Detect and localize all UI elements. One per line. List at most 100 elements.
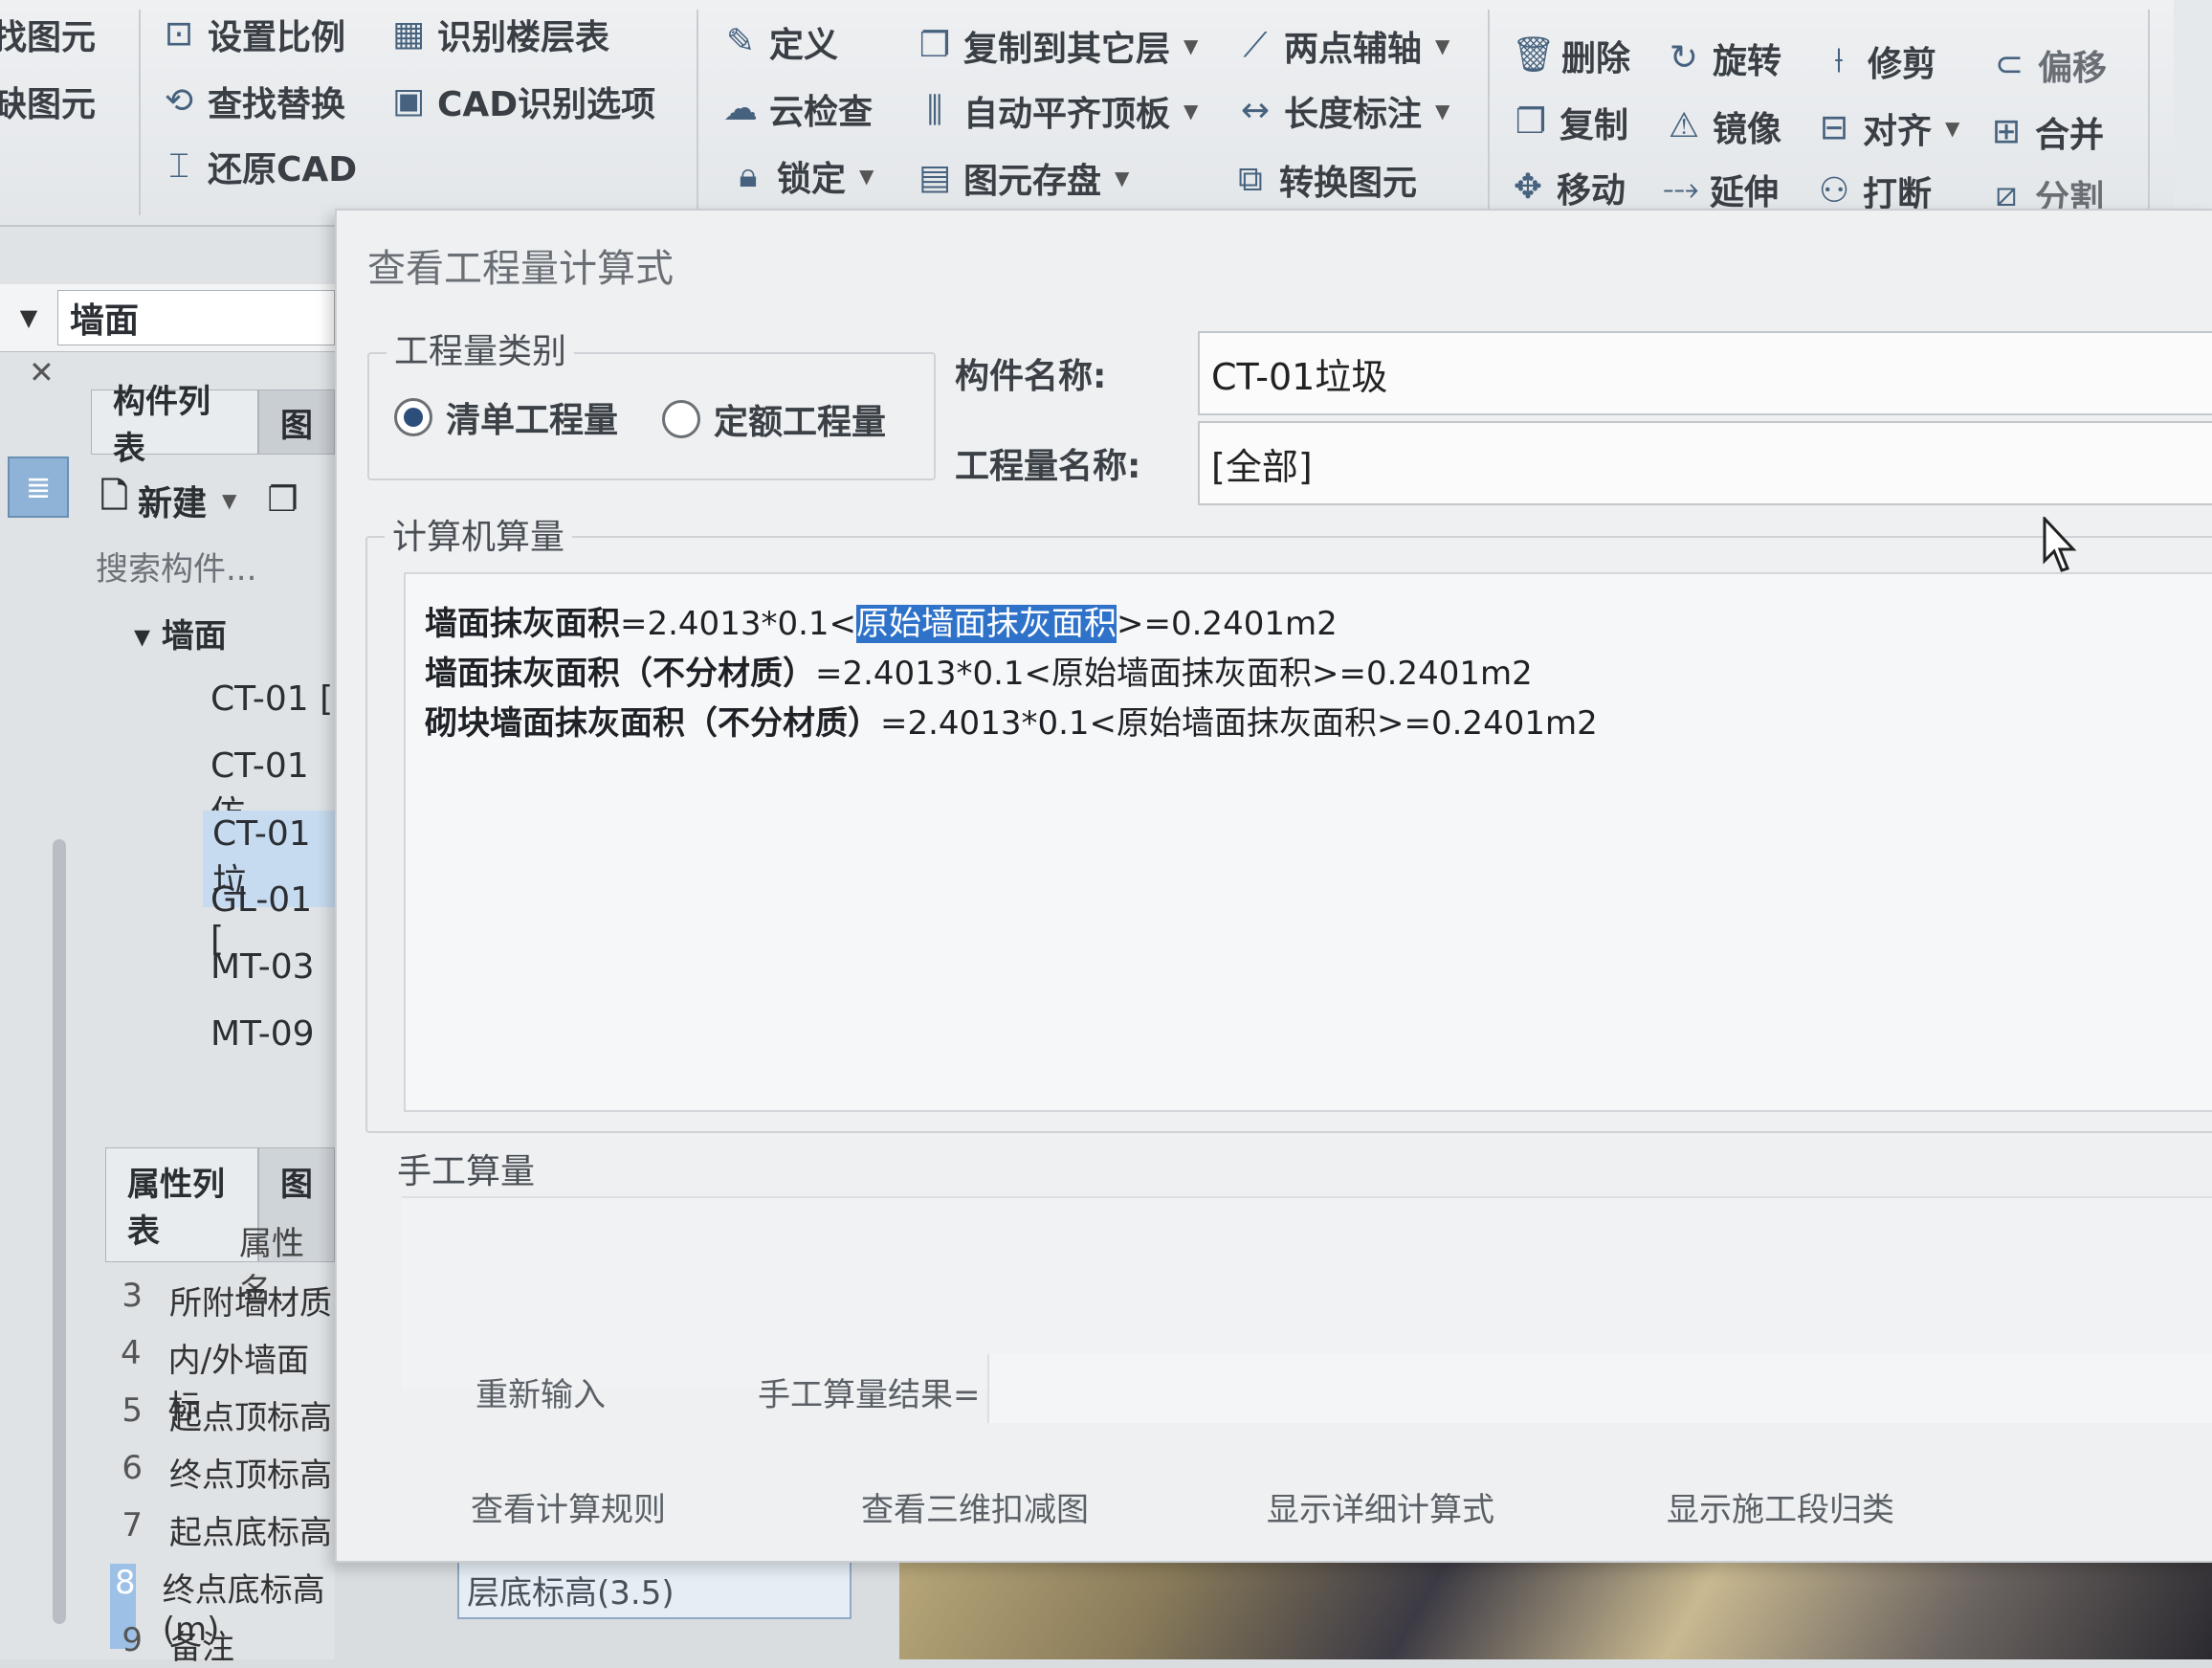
tree-group-header[interactable]: ▾ 墙面 xyxy=(134,610,227,656)
formula-ref: 原始墙面抹灰面积 xyxy=(1117,704,1378,743)
ribbon-toolbar: 找图元 缺图元 ⊡ 设置比例 ▦ 识别楼层表 ⟲ 查找替换 ▣ CAD识别选项 ⌶ 还原C… xyxy=(0,0,2212,227)
tab-property-list[interactable]: 属性列表 xyxy=(105,1147,258,1262)
mirror-button[interactable]: ⚠︎ 镜像 xyxy=(1663,101,1781,151)
rotate-icon: ↻ xyxy=(1669,38,1699,78)
mouse-cursor-icon xyxy=(2043,517,2077,572)
selected-text: 原始墙面抹灰面积 xyxy=(856,605,1117,643)
property-row[interactable]: 6 终点顶标高 xyxy=(110,1449,332,1496)
merge-button[interactable]: ⊞ 合并 xyxy=(1985,107,2104,157)
copy-icon[interactable]: ❐ xyxy=(267,480,298,520)
property-row[interactable]: 9 备注 xyxy=(110,1621,234,1668)
rotate-label: 旋转 xyxy=(1713,42,1782,81)
property-row[interactable]: 7 起点底标高 xyxy=(110,1506,332,1553)
component-name-field[interactable]: CT-01垃圾 xyxy=(1198,331,2212,415)
save-icon: ▤ xyxy=(918,158,951,197)
chevron-down-icon[interactable]: ▼ xyxy=(1435,34,1449,57)
lock-button[interactable]: 🔒︎ 锁定 ▼ xyxy=(727,151,874,201)
component-type-combo[interactable]: ▼ 墙面 xyxy=(0,284,335,352)
view-3d-deduction-button[interactable]: 查看三维扣减图 xyxy=(861,1483,1089,1530)
two-point-axis-button[interactable]: ⟋ 两点辅轴 ▼ xyxy=(1234,21,1449,71)
reenter-button[interactable]: 重新输入 xyxy=(476,1368,606,1415)
element-save-button[interactable]: ▤ 图元存盘 ▼ xyxy=(914,153,1129,203)
length-dim-button[interactable]: ↔ 长度标注 ▼ xyxy=(1234,86,1450,136)
copy-to-layer-button[interactable]: ❐ 复制到其它层 ▼ xyxy=(914,21,1199,71)
extend-button[interactable]: ⤏ 延伸 xyxy=(1660,165,1779,214)
tree-item[interactable]: CT-01 [ xyxy=(210,679,333,719)
copy-label: 复制 xyxy=(1559,106,1629,145)
drawing-canvas-background[interactable] xyxy=(899,1560,2212,1659)
dimension-icon: ↔ xyxy=(1240,91,1271,130)
cad-options-label: CAD识别选项 xyxy=(437,85,656,124)
property-value-field[interactable]: 层底标高(3.5) xyxy=(457,1560,852,1619)
find-replace-icon: ⟲ xyxy=(164,81,194,121)
show-stage-category-button[interactable]: 显示施工段归类 xyxy=(1667,1483,1894,1530)
identify-floor-table-button[interactable]: ▦ 识别楼层表 xyxy=(387,10,609,59)
chevron-down-icon[interactable]: ▼ xyxy=(1115,167,1129,189)
copy-button[interactable]: ❐ 复制 xyxy=(1510,98,1628,147)
trim-button[interactable]: ⟊ 修剪 xyxy=(1818,36,1936,86)
move-label: 移动 xyxy=(1557,171,1626,211)
restore-cad-button[interactable]: ⌶ 还原CAD xyxy=(158,142,357,191)
radio-bill-quantity[interactable]: 清单工程量 xyxy=(394,392,618,442)
missing-element-label: 缺图元 xyxy=(0,85,97,124)
formula-line: 墙面抹灰面积=2.4013*0.1<原始墙面抹灰面积>=0.2401m2 xyxy=(425,597,1338,644)
lock-icon: 🔒︎ xyxy=(739,156,758,195)
formula-text-area[interactable]: 墙面抹灰面积=2.4013*0.1<原始墙面抹灰面积>=0.2401m2 墙面抹… xyxy=(404,572,2212,1112)
offset-button[interactable]: ⊂ 偏移 xyxy=(1988,40,2107,90)
define-button[interactable]: ✎ 定义 xyxy=(719,17,838,67)
find-element-button[interactable]: 找图元 xyxy=(0,10,96,59)
convert-element-button[interactable]: ⧉ 转换图元 xyxy=(1229,155,1417,205)
view-calc-rules-button[interactable]: 查看计算规则 xyxy=(471,1483,666,1530)
align-icon: ⊟ xyxy=(1819,108,1849,147)
axis-icon: ⟋ xyxy=(1243,26,1268,65)
extend-icon: ⤏ xyxy=(1663,169,1699,209)
restore-icon: ⌶ xyxy=(168,146,189,186)
missing-element-button[interactable]: 缺图元 xyxy=(0,77,96,126)
property-row[interactable]: 5 起点顶标高 xyxy=(110,1391,332,1438)
chevron-down-icon[interactable]: ▼ xyxy=(1435,100,1449,122)
rotate-button[interactable]: ↻ 旋转 xyxy=(1663,33,1781,83)
list-icon[interactable]: ≣ xyxy=(8,456,69,518)
show-detail-formula-button[interactable]: 显示详细计算式 xyxy=(1267,1483,1494,1530)
move-button[interactable]: ✥ 移动 xyxy=(1507,163,1626,212)
chevron-down-icon[interactable]: ▼ xyxy=(0,304,57,331)
chevron-down-icon[interactable]: ▼ xyxy=(1183,34,1198,57)
component-search-input[interactable]: 搜索构件... xyxy=(96,543,256,589)
ribbon-separator xyxy=(2148,10,2150,215)
copy-layer-icon: ❐ xyxy=(918,26,951,65)
find-replace-button[interactable]: ⟲ 查找替换 xyxy=(158,77,345,126)
formula-line: 墙面抹灰面积（不分材质）=2.4013*0.1<原始墙面抹灰面积>=0.2401… xyxy=(425,647,1533,694)
left-pane: ▼ 墙面 ✕ 构件列表 图 ≣ 🗋︎ 新建 ▼ ❐ 搜索构件... ▾ 墙面 C… xyxy=(0,227,335,1667)
chevron-down-icon[interactable]: ▼ xyxy=(1945,117,1959,140)
chevron-down-icon[interactable]: ▼ xyxy=(1183,100,1198,122)
auto-align-slab-button[interactable]: ⫼ 自动平齐顶板 ▼ xyxy=(914,86,1199,136)
tab-drawing[interactable]: 图 xyxy=(258,389,335,455)
property-name: 起点顶标高 xyxy=(169,1399,332,1437)
cloud-check-button[interactable]: ☁ 云检查 xyxy=(719,84,873,134)
row-number: 6 xyxy=(122,1449,143,1487)
formula-line: 砌块墙面抹灰面积（不分材质）=2.4013*0.1<原始墙面抹灰面积>=0.24… xyxy=(425,697,1598,744)
new-button[interactable]: 🗋︎ 新建 ▼ ❐ xyxy=(100,471,299,529)
element-save-label: 图元存盘 xyxy=(963,162,1102,201)
tree-item[interactable]: MT-09 xyxy=(210,1014,315,1054)
ribbon-separator xyxy=(1488,10,1490,215)
tab-component-list[interactable]: 构件列表 xyxy=(91,383,258,468)
set-scale-button[interactable]: ⊡ 设置比例 xyxy=(158,10,345,59)
computer-calc-legend: 计算机算量 xyxy=(385,509,573,559)
vertical-scrollbar[interactable] xyxy=(53,839,66,1624)
radio-bill-label: 清单工程量 xyxy=(446,401,619,440)
property-row[interactable]: 3 所附墙材质 xyxy=(110,1277,332,1323)
cad-options-button[interactable]: ▣ CAD识别选项 xyxy=(387,77,655,126)
view-quantity-formula-dialog: 查看工程量计算式 工程量类别 清单工程量 定额工程量 构件名称: CT-01垃圾… xyxy=(335,209,2212,1563)
ribbon-separator xyxy=(139,10,141,215)
close-icon[interactable]: ✕ xyxy=(29,354,55,390)
tree-item[interactable]: MT-03 xyxy=(210,947,315,987)
property-name: 所附墙材质 xyxy=(169,1284,332,1323)
chevron-down-icon[interactable]: ▼ xyxy=(859,165,874,188)
radio-quota-quantity[interactable]: 定额工程量 xyxy=(662,394,886,444)
component-name-label: 构件名称: xyxy=(955,357,1107,396)
delete-button[interactable]: 🗑︎ 删除 xyxy=(1512,31,1630,80)
align-button[interactable]: ⊟ 对齐 ▼ xyxy=(1813,103,1960,153)
quantity-name-field[interactable]: [全部] xyxy=(1198,421,2212,505)
chevron-down-icon[interactable]: ▼ xyxy=(222,489,236,512)
